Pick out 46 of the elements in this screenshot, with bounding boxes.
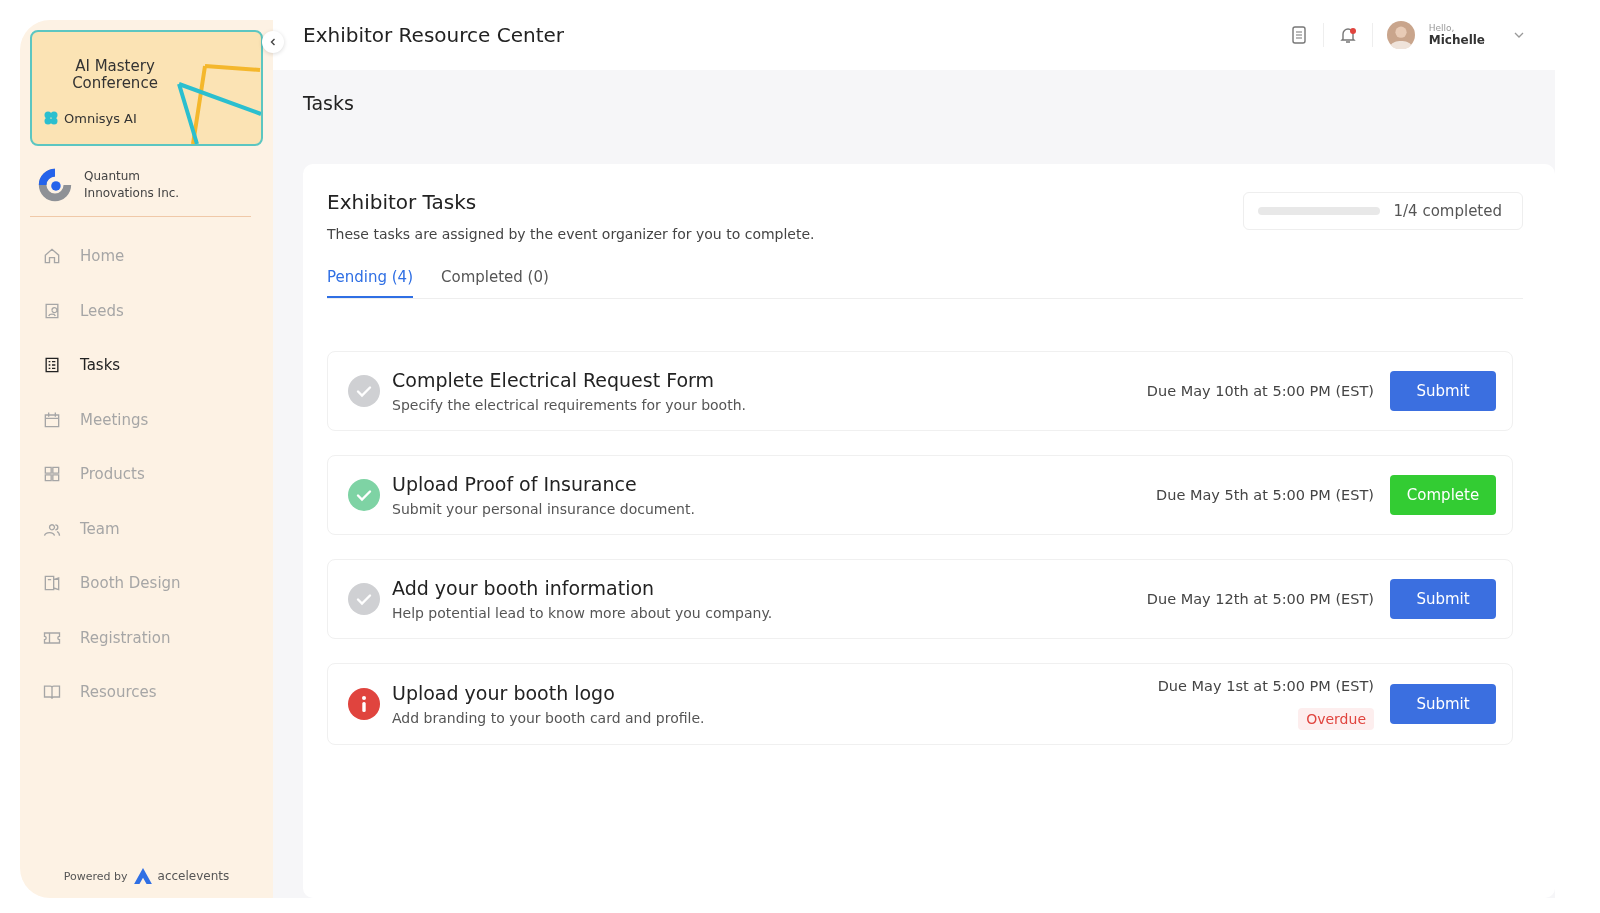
banner-title: AI Mastery Conference bbox=[71, 58, 159, 92]
tab[interactable]: Completed (0) bbox=[441, 268, 549, 298]
task-title: Add your booth information bbox=[392, 577, 656, 599]
page-title: Tasks bbox=[303, 92, 355, 114]
greeting-text: Hello, bbox=[1428, 23, 1456, 33]
submit-button[interactable]: Submit bbox=[1390, 684, 1496, 724]
app-title: Exhibitor Resource Center bbox=[303, 23, 565, 47]
avatar[interactable] bbox=[1386, 21, 1415, 49]
flower-icon bbox=[43, 110, 59, 126]
brand-name: accelevents bbox=[157, 869, 230, 883]
due-date: Due May 10th at 5:00 PM (EST) bbox=[1146, 383, 1374, 399]
sidebar-item[interactable]: Meetings bbox=[30, 392, 263, 447]
progress-reading: 1/4 completed bbox=[1393, 202, 1502, 220]
task-description: Add branding to your booth card and profile. bbox=[392, 710, 706, 726]
company-logo-icon bbox=[36, 166, 74, 204]
task-title: Upload Proof of Insurance bbox=[392, 473, 638, 495]
overdue-badge: Overdue bbox=[1298, 708, 1374, 730]
task-description: Submit your personal insurance document. bbox=[392, 501, 696, 517]
due-date: Due May 5th at 5:00 PM (EST) bbox=[1156, 487, 1374, 503]
task-title: Complete Electrical Request Form bbox=[392, 369, 716, 391]
tab[interactable]: Pending (4) bbox=[327, 268, 413, 298]
complete-button[interactable]: Complete bbox=[1390, 475, 1496, 515]
task-title: Upload your booth logo bbox=[392, 682, 616, 704]
sidebar-item[interactable]: Leeds bbox=[30, 283, 263, 338]
brand-name: Omnisys AI bbox=[64, 110, 137, 126]
chevron-left-icon bbox=[268, 37, 278, 47]
sidebar-item[interactable]: Booth Design bbox=[30, 556, 263, 611]
card-title: Exhibitor Tasks bbox=[327, 190, 478, 214]
sidebar-item[interactable]: Tasks bbox=[30, 338, 263, 393]
sidebar-item[interactable]: Resources bbox=[30, 665, 263, 720]
bell-icon[interactable] bbox=[1337, 25, 1358, 45]
company-name: Quantum Innovations Inc. bbox=[84, 168, 180, 202]
card-subtitle: These tasks are assigned by the event organizer for you to complete. bbox=[327, 226, 815, 242]
sidebar-item[interactable]: Registration bbox=[30, 610, 263, 665]
submit-button[interactable]: Submit bbox=[1390, 371, 1496, 411]
task-description: Specify the electrical requirements for your booth. bbox=[392, 397, 747, 413]
sidebar-item[interactable]: Team bbox=[30, 501, 263, 556]
user-name: Michelle bbox=[1428, 33, 1485, 47]
triangle-logo-icon bbox=[133, 868, 152, 884]
powered-by-text: Powered by bbox=[63, 869, 128, 883]
sidebar-item[interactable]: Home bbox=[30, 229, 263, 284]
due-date: Due May 12th at 5:00 PM (EST) bbox=[1146, 591, 1374, 607]
due-date: Due May 1st at 5:00 PM (EST) bbox=[1157, 678, 1374, 694]
task-description: Help potential lead to know more about you company. bbox=[392, 605, 774, 621]
submit-button[interactable]: Submit bbox=[1390, 579, 1496, 619]
sidebar-item[interactable]: Products bbox=[30, 447, 263, 502]
